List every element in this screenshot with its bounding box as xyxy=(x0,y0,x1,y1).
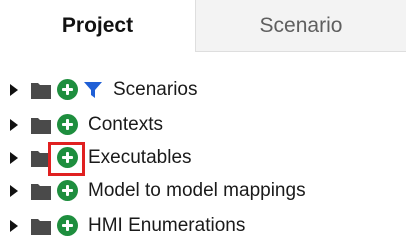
tree-item-label: Model to model mappings xyxy=(88,180,306,201)
tree-item-scenarios[interactable]: Scenarios xyxy=(0,74,406,106)
expand-caret-icon[interactable] xyxy=(10,84,18,96)
expand-caret-icon[interactable] xyxy=(10,220,18,232)
add-plus-icon[interactable] xyxy=(57,79,78,100)
highlight-box xyxy=(48,142,85,176)
filter-icon[interactable] xyxy=(83,81,103,99)
tree-item-label: HMI Enumerations xyxy=(88,215,246,236)
expand-caret-icon[interactable] xyxy=(10,152,18,164)
add-plus-icon[interactable] xyxy=(57,215,78,236)
folder-icon xyxy=(31,118,51,134)
add-plus-icon[interactable] xyxy=(57,114,78,135)
tree-item-model-to-model-mappings[interactable]: Model to model mappings xyxy=(0,175,406,207)
project-tree: Scenarios Contexts Executables Model to … xyxy=(0,0,406,242)
tree-item-hmi-enumerations[interactable]: HMI Enumerations xyxy=(0,210,406,242)
tree-item-label: Scenarios xyxy=(113,79,198,100)
tree-item-label: Contexts xyxy=(88,114,163,135)
folder-icon xyxy=(31,83,51,99)
folder-icon xyxy=(31,184,51,200)
folder-icon xyxy=(31,219,51,235)
tree-item-contexts[interactable]: Contexts xyxy=(0,109,406,141)
expand-caret-icon[interactable] xyxy=(10,119,18,131)
add-plus-icon[interactable] xyxy=(57,180,78,201)
expand-caret-icon[interactable] xyxy=(10,185,18,197)
tree-item-label: Executables xyxy=(88,147,192,168)
